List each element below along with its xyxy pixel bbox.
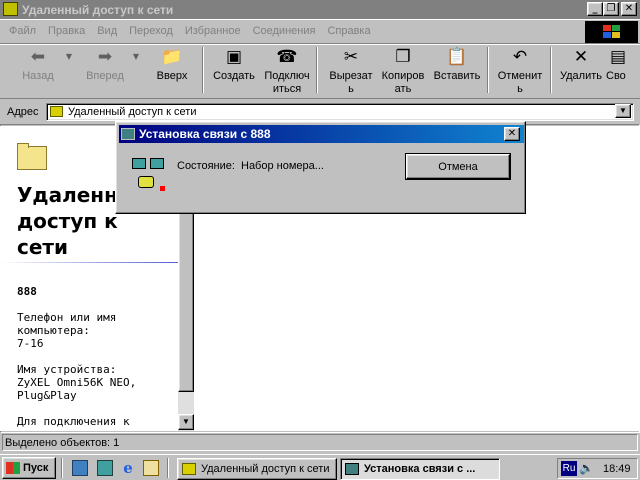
internet-explorer-icon[interactable]: e bbox=[120, 460, 136, 476]
close-button[interactable]: ✕ bbox=[621, 2, 637, 16]
delete-button[interactable]: ✕ Удалить bbox=[556, 47, 606, 83]
menu-bar: Файл Правка Вид Переход Избранное Соедин… bbox=[0, 21, 560, 41]
undo-icon: ↶ bbox=[512, 47, 528, 67]
copy-button[interactable]: ❐ Копиров ать bbox=[378, 47, 428, 96]
window-titlebar[interactable]: Удаленный доступ к сети bbox=[0, 0, 640, 19]
properties-icon: ▤ bbox=[610, 47, 627, 67]
dialog-close-button[interactable]: ✕ bbox=[504, 127, 520, 141]
taskbar: Пуск e Удаленный доступ к сети Установка… bbox=[0, 454, 640, 480]
undo-button[interactable]: ↶ Отменит ь bbox=[495, 47, 545, 96]
pane-heading: Удаленн доступ к сети bbox=[17, 183, 118, 259]
new-connection-icon: ▣ bbox=[225, 47, 243, 67]
volume-icon[interactable]: 🔈 bbox=[579, 461, 594, 475]
back-button[interactable]: ⬅ Назад bbox=[13, 47, 63, 83]
status-text: Выделено объектов: 1 bbox=[5, 437, 120, 449]
forward-dropdown[interactable]: ▼ bbox=[129, 47, 143, 70]
windows-logo-icon bbox=[585, 21, 638, 43]
folder-up-icon: 📁 bbox=[161, 47, 183, 67]
task-button-connecting[interactable]: Установка связи с ... bbox=[340, 458, 500, 480]
forward-arrow-icon: ➡ bbox=[97, 47, 113, 67]
menu-view[interactable]: Вид bbox=[91, 25, 123, 37]
cancel-button[interactable]: Отмена bbox=[405, 153, 511, 180]
window-title: Удаленный доступ к сети bbox=[22, 2, 174, 17]
chevron-down-icon: ▼ bbox=[619, 106, 627, 115]
menu-go[interactable]: Переход bbox=[123, 25, 179, 37]
connection-icon bbox=[121, 128, 135, 140]
dialog-titlebar[interactable]: Установка связи с 888 bbox=[119, 125, 524, 143]
phone-icon: ☎ bbox=[276, 47, 298, 67]
task-button-dialup[interactable]: Удаленный доступ к сети bbox=[177, 458, 337, 480]
status-bar: Выделено объектов: 1 bbox=[0, 433, 640, 452]
up-button[interactable]: 📁 Вверх bbox=[147, 47, 197, 83]
system-tray: Ru 🔈 18:49 bbox=[557, 458, 638, 479]
chevron-down-icon: ▼ bbox=[65, 52, 73, 61]
forward-button[interactable]: ➡ Вперед bbox=[80, 47, 130, 83]
paste-button[interactable]: 📋 Вставить bbox=[432, 47, 482, 83]
device-value: ZyXEL Omni56K NEO, bbox=[17, 376, 137, 389]
connecting-dialog: Установка связи с 888 ✕ Состояние: Набор… bbox=[115, 121, 526, 214]
phone-value: 7-16 bbox=[17, 337, 44, 350]
status-value: Набор номера... bbox=[241, 160, 324, 172]
network-icon[interactable] bbox=[97, 460, 113, 476]
show-desktop-icon[interactable] bbox=[72, 460, 88, 476]
dialup-folder-icon bbox=[3, 2, 18, 16]
address-input[interactable]: Удаленный доступ к сети ▼ bbox=[46, 103, 634, 121]
dialog-title: Установка связи с 888 bbox=[139, 127, 271, 141]
delete-x-icon: ✕ bbox=[573, 47, 589, 67]
copy-icon: ❐ bbox=[395, 47, 411, 67]
minimize-button[interactable]: _ bbox=[587, 2, 603, 16]
back-arrow-icon: ⬅ bbox=[30, 47, 46, 67]
connection-icon bbox=[345, 463, 359, 475]
chevron-down-icon: ▼ bbox=[132, 52, 140, 61]
cut-button[interactable]: ✂ Вырезат ь bbox=[326, 47, 376, 96]
dialup-folder-icon bbox=[50, 106, 63, 117]
connect-button[interactable]: ☎ Подключ иться bbox=[262, 47, 312, 96]
properties-button[interactable]: ▤ Сво bbox=[606, 47, 640, 83]
restore-button[interactable]: ❐ bbox=[603, 2, 619, 16]
explorer-window: Удаленный доступ к сети _ ❐ ✕ Файл Правк… bbox=[0, 0, 640, 454]
dialup-folder-icon bbox=[182, 463, 196, 475]
address-label: Адрес bbox=[7, 106, 39, 118]
create-button[interactable]: ▣ Создать bbox=[209, 47, 259, 83]
windows-flag-icon bbox=[6, 462, 20, 474]
menu-favorites[interactable]: Избранное bbox=[179, 25, 247, 37]
menu-help[interactable]: Справка bbox=[321, 25, 376, 37]
clock[interactable]: 18:49 bbox=[603, 463, 631, 475]
dialing-computers-icon bbox=[132, 158, 166, 192]
close-icon: ✕ bbox=[507, 128, 517, 139]
status-label: Состояние: bbox=[177, 160, 235, 172]
menu-file[interactable]: Файл bbox=[3, 25, 42, 37]
language-indicator[interactable]: Ru bbox=[561, 461, 577, 476]
menu-edit[interactable]: Правка bbox=[42, 25, 91, 37]
menu-connections[interactable]: Соединения bbox=[247, 25, 322, 37]
scissors-icon: ✂ bbox=[343, 47, 359, 67]
address-dropdown-button[interactable]: ▼ bbox=[615, 104, 631, 118]
chevron-down-icon: ▼ bbox=[182, 417, 190, 426]
back-dropdown[interactable]: ▼ bbox=[62, 47, 76, 70]
scroll-down-button[interactable]: ▼ bbox=[178, 414, 194, 430]
outlook-express-icon[interactable] bbox=[143, 460, 159, 476]
connection-name: 888 bbox=[17, 285, 37, 298]
folder-tab bbox=[17, 143, 29, 148]
clipboard-icon: 📋 bbox=[446, 47, 468, 67]
start-button[interactable]: Пуск bbox=[2, 457, 56, 479]
connection-details: 888 Телефон или имя компьютера: 7-16 Имя… bbox=[17, 285, 137, 428]
folder-icon bbox=[17, 146, 47, 170]
